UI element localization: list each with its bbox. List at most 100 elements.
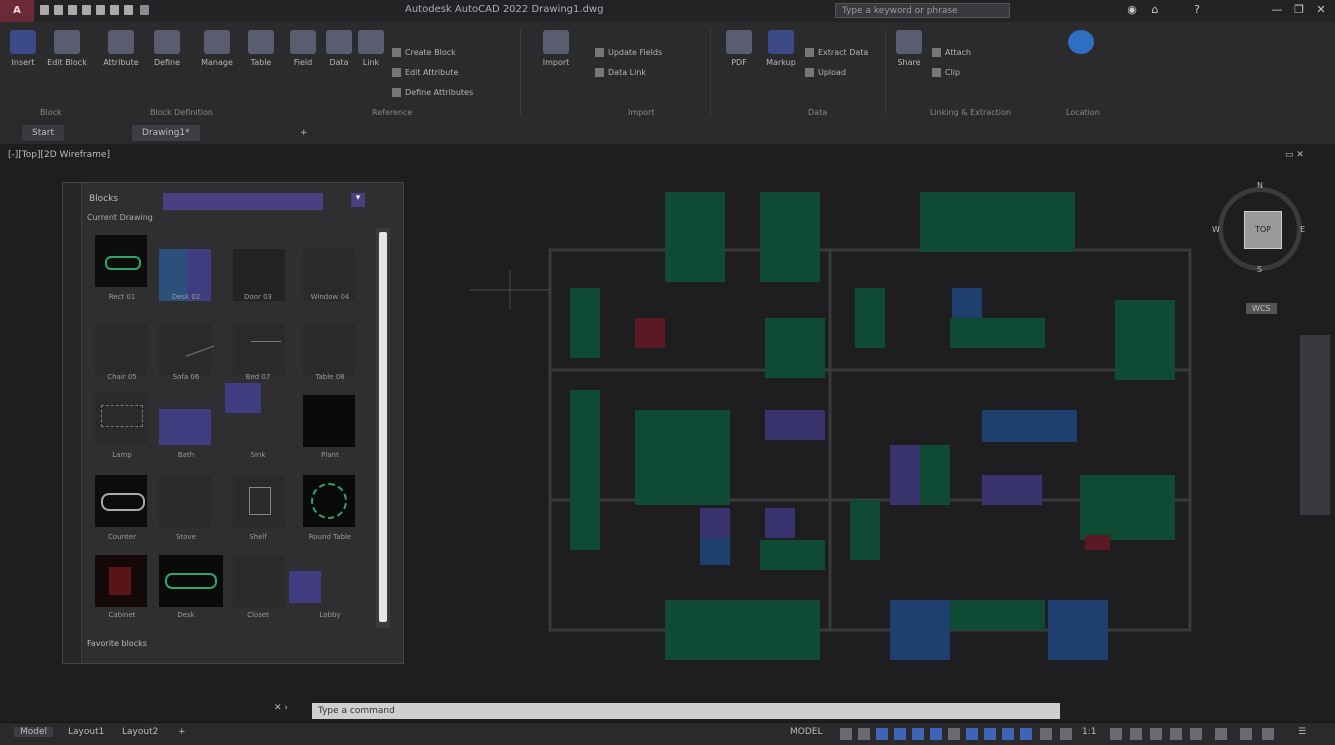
block-thumbnail[interactable] xyxy=(303,323,355,375)
block-thumbnail[interactable] xyxy=(95,323,147,375)
insert-button[interactable]: Insert xyxy=(2,30,44,92)
annotation-scale[interactable]: 1:1 xyxy=(1082,727,1096,737)
annotation-visibility-icon[interactable] xyxy=(1040,728,1052,740)
palette-footer[interactable]: Favorite blocks xyxy=(87,639,147,648)
quick-properties-icon[interactable] xyxy=(1170,728,1182,740)
cart-icon[interactable]: ⌂ xyxy=(1148,3,1162,17)
minimize-button[interactable]: — xyxy=(1270,3,1284,17)
share-button[interactable]: Share xyxy=(888,30,930,92)
block-thumbnail[interactable] xyxy=(225,383,261,413)
block-thumbnail[interactable] xyxy=(159,475,211,527)
customization-menu-icon[interactable]: ☰ xyxy=(1298,727,1306,737)
edit-attribute-button[interactable]: Edit Attribute xyxy=(392,68,458,80)
restore-button[interactable]: ❐ xyxy=(1292,3,1306,17)
open-icon[interactable] xyxy=(54,5,63,15)
new-icon[interactable] xyxy=(40,5,49,15)
snap-icon[interactable] xyxy=(858,728,870,740)
compass-west[interactable]: W xyxy=(1212,225,1220,234)
viewcube-face[interactable]: TOP xyxy=(1244,211,1282,249)
units-icon[interactable] xyxy=(1150,728,1162,740)
attribute-button[interactable]: Attribute xyxy=(100,30,142,92)
block-thumbnail[interactable] xyxy=(95,235,147,287)
lineweight-icon[interactable] xyxy=(948,728,960,740)
attach-button[interactable]: Attach xyxy=(932,48,971,60)
help-icon[interactable]: ? xyxy=(1190,3,1204,17)
command-input[interactable]: Type a command xyxy=(312,703,1060,719)
block-thumbnail[interactable] xyxy=(95,391,147,443)
tab-model[interactable]: Model xyxy=(14,727,54,737)
hardware-acceleration-icon[interactable] xyxy=(1240,728,1252,740)
scrollbar-thumb[interactable] xyxy=(379,232,387,622)
block-thumbnail[interactable] xyxy=(233,475,285,527)
block-thumbnail[interactable] xyxy=(233,555,285,607)
define-button[interactable]: Define xyxy=(146,30,188,92)
compass-north[interactable]: N xyxy=(1257,181,1263,190)
blocks-search-input[interactable] xyxy=(163,193,323,210)
tab-layout2[interactable]: Layout2 xyxy=(122,727,158,737)
edit-block-button[interactable]: Edit Block xyxy=(46,30,88,92)
palette-options-icon[interactable]: ▾ xyxy=(351,193,365,207)
palette-scrollbar[interactable] xyxy=(376,228,390,628)
manage-button[interactable]: Manage xyxy=(196,30,238,92)
save-icon[interactable] xyxy=(68,5,77,15)
pdf-button[interactable]: PDF xyxy=(718,30,760,92)
block-thumbnail[interactable] xyxy=(159,555,223,607)
grid-icon[interactable] xyxy=(840,728,852,740)
create-block-button[interactable]: Create Block xyxy=(392,48,456,60)
otrack-icon[interactable] xyxy=(930,728,942,740)
block-thumbnail[interactable] xyxy=(95,475,147,527)
model-space-toggle[interactable]: MODEL xyxy=(790,727,822,737)
viewport-restore-icon[interactable]: ▭ ✕ xyxy=(1285,150,1304,160)
osnap-icon[interactable] xyxy=(912,728,924,740)
dynamic-ucs-icon[interactable] xyxy=(1020,728,1032,740)
saveas-icon[interactable] xyxy=(82,5,91,15)
command-close-icon[interactable]: ✕ › xyxy=(274,703,288,713)
autoscale-icon[interactable] xyxy=(1060,728,1072,740)
compass-south[interactable]: S xyxy=(1257,265,1262,274)
location-button[interactable] xyxy=(1060,30,1102,92)
annotation-monitor-icon[interactable] xyxy=(1130,728,1142,740)
isolate-objects-icon[interactable] xyxy=(1215,728,1227,740)
lock-ui-icon[interactable] xyxy=(1190,728,1202,740)
tab-layout1[interactable]: Layout1 xyxy=(68,727,104,737)
app-logo[interactable]: A xyxy=(0,0,34,22)
search-input[interactable]: Type a keyword or phrase xyxy=(835,3,1010,18)
block-thumbnail[interactable] xyxy=(233,323,285,375)
undo-icon[interactable] xyxy=(110,5,119,15)
tab-add-layout[interactable]: + xyxy=(178,727,186,737)
compass-east[interactable]: E xyxy=(1300,225,1305,234)
ortho-icon[interactable] xyxy=(876,728,888,740)
block-thumbnail[interactable] xyxy=(303,395,355,447)
view-label[interactable]: [-][Top][2D Wireframe] xyxy=(8,150,110,160)
data-link-button[interactable]: Data Link xyxy=(595,68,646,80)
upload-button[interactable]: Upload xyxy=(805,68,846,80)
navigation-bar[interactable] xyxy=(1300,335,1330,515)
user-icon[interactable]: ◉ xyxy=(1125,3,1139,17)
markup-button[interactable]: Markup xyxy=(760,30,802,92)
tab-add[interactable]: + xyxy=(290,125,318,141)
share-icon[interactable] xyxy=(140,5,149,15)
wcs-menu[interactable]: WCS xyxy=(1246,303,1277,314)
block-thumbnail[interactable] xyxy=(159,409,211,445)
selection-cycling-icon[interactable] xyxy=(984,728,996,740)
print-icon[interactable] xyxy=(96,5,105,15)
block-thumbnail[interactable] xyxy=(95,555,147,607)
define-attributes-button[interactable]: Define Attributes xyxy=(392,88,473,100)
clean-screen-icon[interactable] xyxy=(1262,728,1274,740)
table-button[interactable]: Table xyxy=(240,30,282,92)
drawing-canvas[interactable] xyxy=(430,170,1300,690)
palette-titlebar[interactable] xyxy=(63,183,82,663)
block-thumbnail[interactable] xyxy=(159,323,215,375)
extract-data-button[interactable]: Extract Data xyxy=(805,48,868,60)
transparency-icon[interactable] xyxy=(966,728,978,740)
redo-icon[interactable] xyxy=(124,5,133,15)
workspace-gear-icon[interactable] xyxy=(1110,728,1122,740)
tab-drawing1[interactable]: Drawing1* xyxy=(132,125,200,141)
tab-start[interactable]: Start xyxy=(22,125,64,141)
link-button[interactable]: Link xyxy=(350,30,392,92)
block-thumbnail[interactable] xyxy=(289,571,321,603)
update-fields-button[interactable]: Update Fields xyxy=(595,48,662,60)
viewcube[interactable]: TOP N S E W WCS xyxy=(1210,181,1310,314)
import-button[interactable]: Import xyxy=(535,30,577,92)
polar-icon[interactable] xyxy=(894,728,906,740)
